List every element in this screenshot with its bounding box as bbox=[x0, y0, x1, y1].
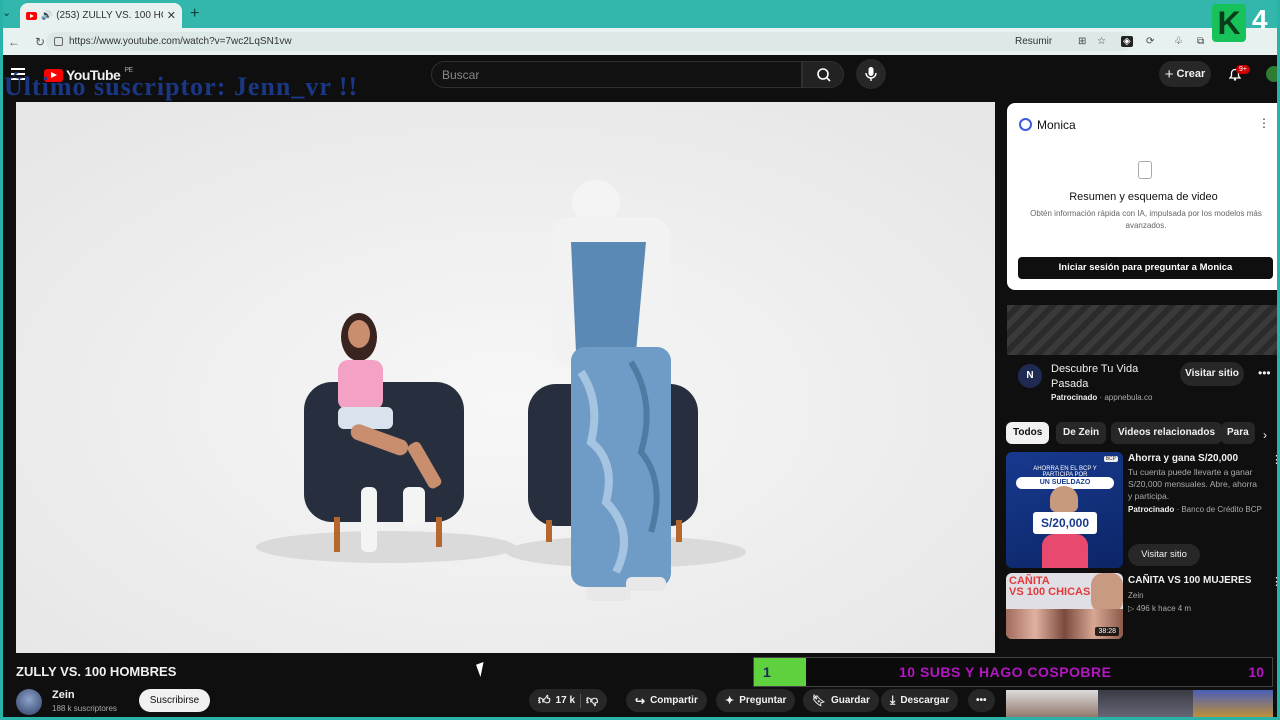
stream-border bbox=[0, 0, 1280, 720]
